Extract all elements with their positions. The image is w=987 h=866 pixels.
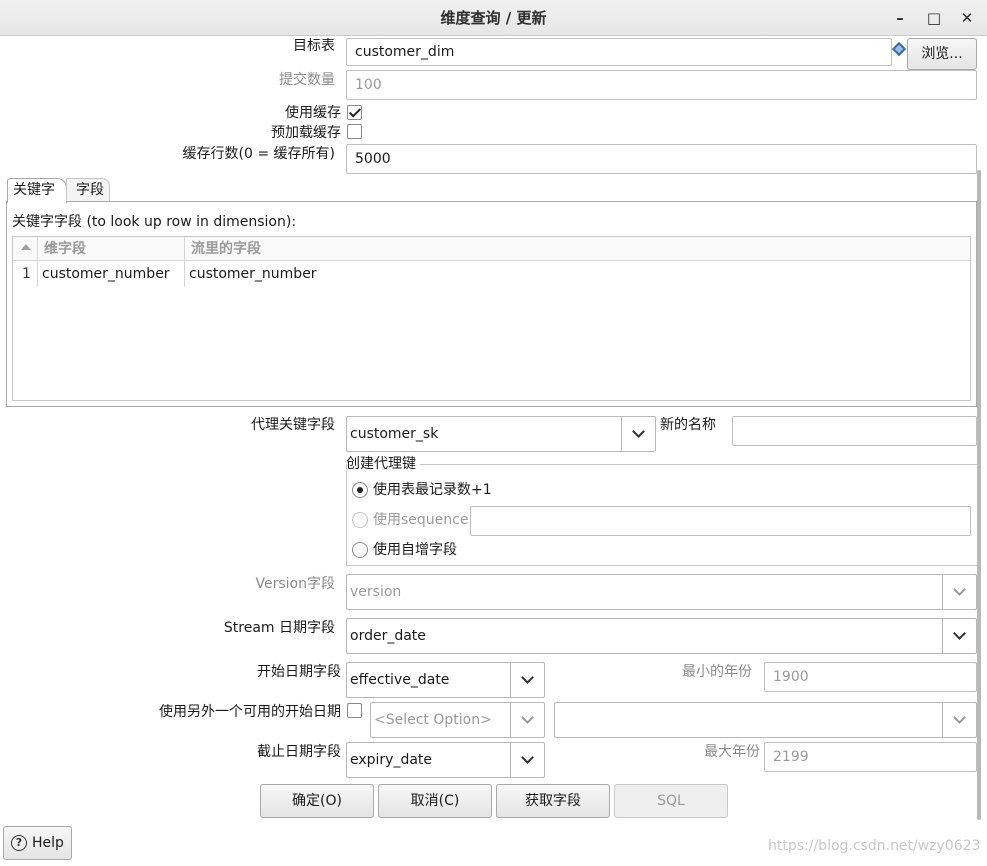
- ok-button[interactable]: 确定(O): [260, 784, 374, 818]
- get-fields-button[interactable]: 获取字段: [496, 784, 610, 818]
- radio-auto-increment-label: 使用自增字段: [373, 542, 457, 558]
- alt-start-date-label: 使用另外一个可用的开始日期: [159, 704, 341, 720]
- use-cache-checkbox[interactable]: [347, 105, 362, 120]
- table-cell-stream-field[interactable]: customer_number: [189, 261, 317, 287]
- end-date-value: expiry_date: [350, 752, 433, 768]
- min-year-label: 最小的年份: [682, 664, 752, 680]
- preload-cache-checkbox[interactable]: [347, 124, 362, 139]
- end-date-combo[interactable]: expiry_date: [346, 742, 545, 778]
- radio-auto-increment[interactable]: [352, 542, 368, 558]
- start-date-value: effective_date: [350, 672, 450, 688]
- help-button-label: Help: [32, 835, 64, 851]
- window-title: 维度查询 / 更新: [440, 9, 547, 27]
- group-border: [346, 464, 347, 566]
- version-field-label: Version字段: [255, 576, 335, 592]
- chevron-down-icon[interactable]: [510, 743, 544, 777]
- chevron-down-icon[interactable]: [942, 619, 976, 653]
- min-year-input[interactable]: 1900: [764, 662, 977, 692]
- tab-keys-label: 关键字: [13, 182, 55, 198]
- target-table-input[interactable]: customer_dim: [346, 38, 892, 66]
- key-fields-section-label: 关键字字段 (to look up row in dimension):: [12, 214, 297, 230]
- col-header-dim-field[interactable]: 维字段: [44, 237, 86, 261]
- help-icon: ?: [11, 835, 27, 851]
- sort-up-icon[interactable]: [21, 244, 31, 250]
- chevron-down-icon[interactable]: [942, 575, 976, 609]
- max-year-label: 最大年份: [704, 744, 760, 760]
- commit-size-input[interactable]: 100: [346, 70, 977, 100]
- radio-table-max[interactable]: [352, 482, 368, 498]
- group-border: [346, 565, 977, 566]
- table-header: [13, 237, 970, 261]
- sequence-input[interactable]: [470, 506, 971, 536]
- chevron-down-icon[interactable]: [510, 703, 544, 737]
- chevron-down-icon[interactable]: [621, 417, 655, 451]
- use-cache-label: 使用缓存: [285, 105, 341, 121]
- group-border: [346, 464, 977, 465]
- col-divider: [184, 237, 185, 287]
- alt-start-date-method-value: <Select Option>: [374, 712, 492, 728]
- radio-sequence[interactable]: [352, 512, 368, 528]
- alt-start-date-method-combo[interactable]: <Select Option>: [370, 702, 545, 738]
- radio-sequence-label: 使用sequence: [373, 512, 469, 528]
- version-field-value: version: [350, 584, 402, 600]
- commit-size-label: 提交数量: [279, 72, 335, 88]
- variable-icon: [891, 41, 907, 57]
- stream-date-value: order_date: [350, 628, 426, 644]
- table-cell-dim-field[interactable]: customer_number: [42, 261, 170, 287]
- stream-date-combo[interactable]: order_date: [346, 618, 977, 654]
- sql-button[interactable]: SQL: [614, 784, 728, 818]
- col-header-stream-field[interactable]: 流里的字段: [191, 237, 261, 261]
- technical-key-combo[interactable]: customer_sk: [346, 416, 656, 452]
- technical-key-value: customer_sk: [350, 426, 439, 442]
- minimize-button[interactable]: –: [888, 6, 912, 30]
- maximize-button[interactable]: □: [922, 6, 946, 30]
- target-table-label: 目标表: [293, 38, 335, 54]
- watermark: https://blog.csdn.net/wzy0623: [768, 838, 981, 854]
- create-key-group-title: 创建代理键: [346, 455, 420, 473]
- new-name-input[interactable]: [732, 416, 977, 446]
- col-divider: [37, 237, 38, 287]
- start-date-combo[interactable]: effective_date: [346, 662, 545, 698]
- vertical-scrollbar[interactable]: [977, 170, 981, 820]
- version-field-combo[interactable]: version: [346, 574, 977, 610]
- close-button[interactable]: ✕: [955, 6, 979, 30]
- radio-table-max-label: 使用表最记录数+1: [373, 482, 492, 498]
- cancel-button[interactable]: 取消(C): [378, 784, 492, 818]
- technical-key-label: 代理关键字段: [251, 417, 335, 433]
- cache-rows-label: 缓存行数(0 = 缓存所有): [182, 146, 335, 162]
- alt-start-date-field-combo[interactable]: [554, 702, 977, 738]
- preload-cache-label: 预加载缓存: [271, 125, 341, 141]
- new-name-label: 新的名称: [660, 417, 716, 433]
- alt-start-date-checkbox[interactable]: [347, 703, 362, 718]
- browse-button[interactable]: 浏览...: [907, 38, 977, 70]
- stream-date-label: Stream 日期字段: [223, 620, 335, 636]
- cache-rows-input[interactable]: 5000: [346, 144, 977, 174]
- max-year-input[interactable]: 2199: [764, 742, 977, 772]
- end-date-label: 截止日期字段: [257, 744, 341, 760]
- start-date-label: 开始日期字段: [257, 664, 341, 680]
- row-number: 1: [22, 266, 31, 282]
- tab-fields-label: 字段: [76, 182, 104, 198]
- chevron-down-icon[interactable]: [942, 703, 976, 737]
- chevron-down-icon[interactable]: [510, 663, 544, 697]
